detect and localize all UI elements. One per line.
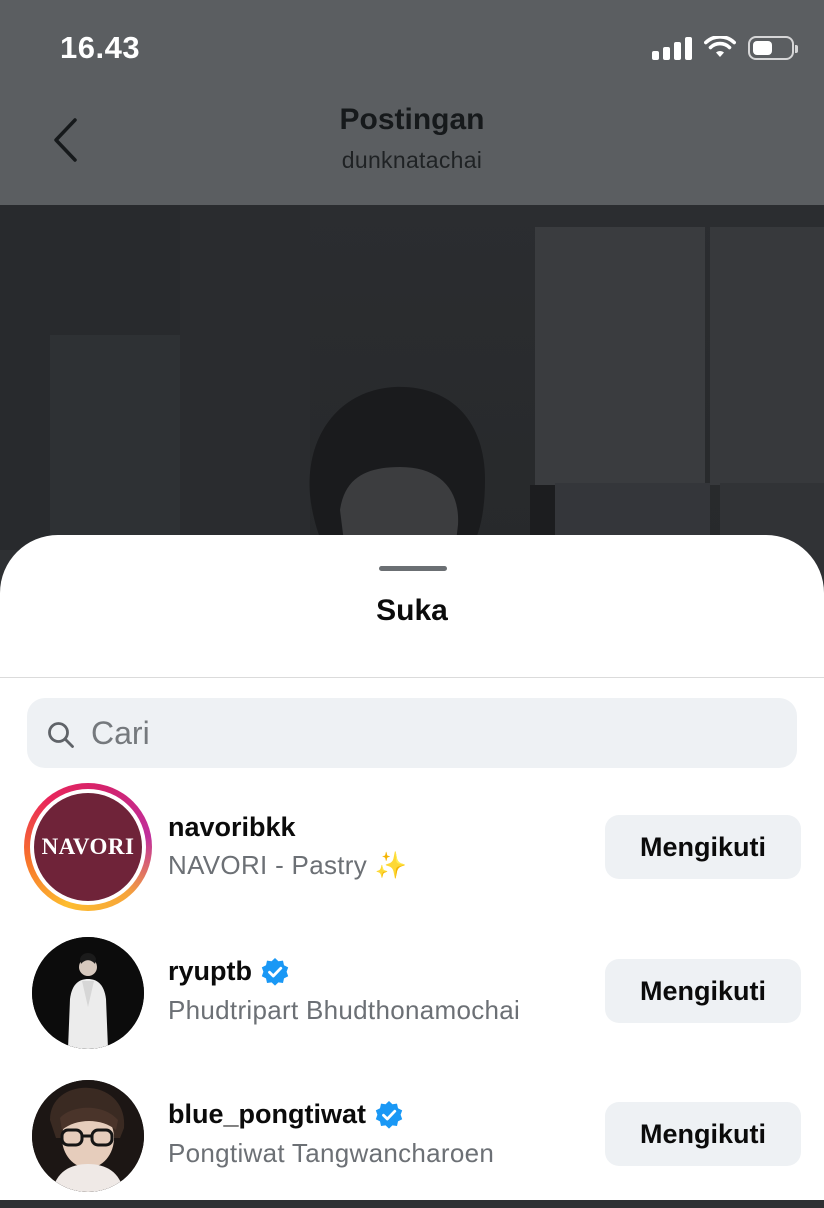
wifi-icon (704, 36, 736, 57)
search-input[interactable] (91, 698, 771, 768)
status-time: 16.43 (60, 30, 141, 65)
sheet-title: Suka (376, 594, 448, 627)
search-bar[interactable] (27, 698, 797, 768)
following-button[interactable]: Mengikuti (605, 815, 801, 879)
following-button[interactable]: Mengikuti (605, 1102, 801, 1166)
list-item[interactable]: NAVORI navoribkk NAVORI - Pastry ✨ Mengi… (0, 783, 824, 913)
following-button[interactable]: Mengikuti (605, 959, 801, 1023)
search-icon (48, 722, 74, 748)
avatar[interactable] (32, 937, 144, 1049)
verified-badge-icon (261, 957, 289, 986)
divider (0, 677, 824, 678)
cellular-signal-icon (652, 36, 692, 60)
status-icons (652, 36, 798, 60)
likes-sheet: Suka NAVORI navoribkk NAVORI - Pastry ✨ … (0, 535, 824, 1200)
top-bar: 16.43 Postingan dunknatachai (0, 0, 824, 205)
sheet-drag-handle[interactable] (379, 566, 447, 571)
full-name: Phudtripart Bhudthonamochai (168, 995, 521, 1025)
post-photo (0, 205, 824, 550)
avatar[interactable] (32, 1080, 144, 1192)
page-subtitle: dunknatachai (341, 147, 483, 173)
verified-badge-icon (375, 1100, 403, 1129)
full-name: Pongtiwat Tangwancharoen (168, 1138, 495, 1168)
list-item[interactable]: blue_pongtiwat Pongtiwat Tangwancharoen … (0, 1078, 824, 1208)
username[interactable]: ryuptb (168, 956, 290, 987)
username[interactable]: blue_pongtiwat (168, 1099, 404, 1130)
full-name: NAVORI - Pastry ✨ (168, 850, 408, 880)
list-item[interactable]: ryuptb Phudtripart Bhudthonamochai Mengi… (0, 935, 824, 1065)
username[interactable]: navoribkk (168, 812, 296, 843)
battery-icon (748, 36, 798, 60)
avatar-logo-text: NAVORI (41, 834, 135, 859)
page-title: Postingan (339, 103, 485, 136)
avatar[interactable]: NAVORI (24, 783, 152, 911)
